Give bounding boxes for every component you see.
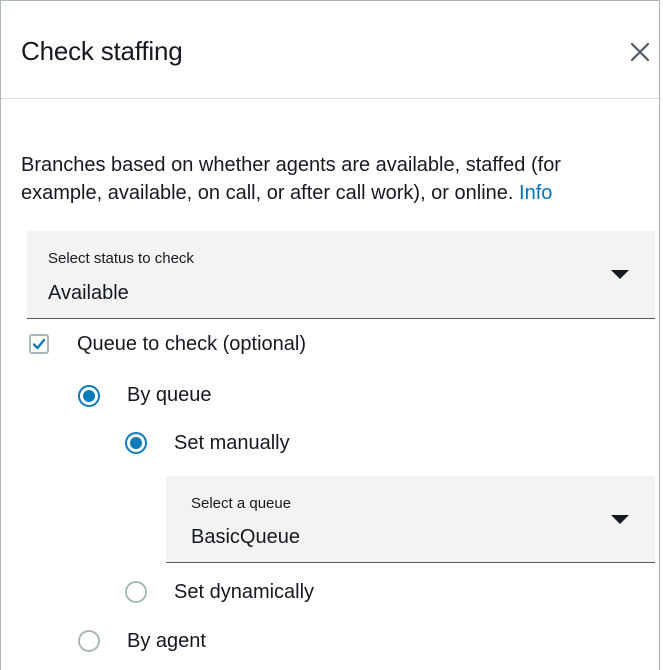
status-select-label: Select status to check xyxy=(48,250,194,267)
queue-select[interactable]: Select a queue BasicQueue xyxy=(166,476,655,563)
checkmark-icon xyxy=(32,338,46,350)
caret-down-icon xyxy=(611,270,629,279)
set-manually-label[interactable]: Set manually xyxy=(174,430,290,456)
queue-checkbox-label[interactable]: Queue to check (optional) xyxy=(77,331,306,357)
panel-header: Check staffing xyxy=(1,1,659,99)
info-link[interactable]: Info xyxy=(519,182,552,204)
check-staffing-panel: Check staffing Branches based on whether… xyxy=(0,0,660,670)
description-text: Branches based on whether agents are ava… xyxy=(21,154,561,204)
radio-set-manually[interactable] xyxy=(125,432,147,454)
caret-down-icon xyxy=(611,515,629,524)
status-select-value: Available xyxy=(48,282,129,304)
radio-set-dynamically[interactable] xyxy=(125,581,147,603)
status-select[interactable]: Select status to check Available xyxy=(27,231,655,319)
by-queue-label[interactable]: By queue xyxy=(127,382,212,408)
by-agent-label[interactable]: By agent xyxy=(127,628,206,654)
close-button[interactable] xyxy=(627,39,653,65)
queue-checkbox[interactable] xyxy=(29,334,49,354)
panel-title: Check staffing xyxy=(21,36,183,66)
queue-select-value: BasicQueue xyxy=(191,526,300,548)
description: Branches based on whether agents are ava… xyxy=(21,151,646,207)
close-icon xyxy=(630,42,650,62)
queue-select-label: Select a queue xyxy=(191,495,292,512)
radio-by-queue[interactable] xyxy=(78,385,100,407)
set-dynamically-label[interactable]: Set dynamically xyxy=(174,579,314,605)
radio-by-agent[interactable] xyxy=(78,630,100,652)
